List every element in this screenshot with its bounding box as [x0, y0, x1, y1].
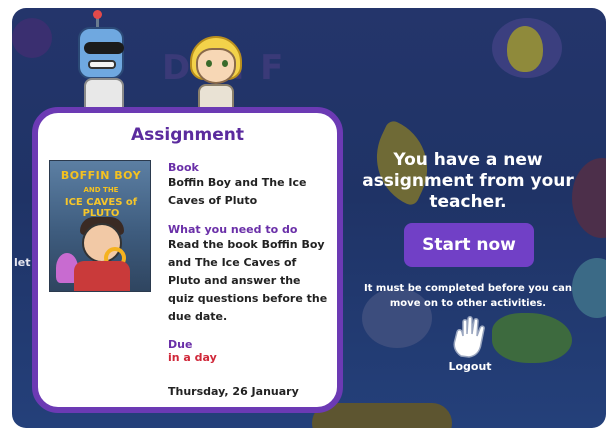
background-decoration — [12, 18, 52, 58]
logout-button[interactable]: Logout — [440, 316, 500, 378]
book-label: Book — [168, 161, 199, 174]
due-date: Thursday, 26 January — [168, 385, 299, 398]
due-relative: in a day — [168, 351, 217, 364]
background-decoration — [492, 313, 572, 363]
girl-face — [196, 48, 236, 84]
book-title: Boffin Boy and The Ice Caves of Pluto — [168, 176, 307, 207]
girl-eye — [206, 60, 212, 67]
cover-body-illustration — [74, 261, 130, 291]
logout-label: Logout — [448, 360, 492, 373]
assignment-card: Assignment BOFFIN BOY AND THE ICE CAVES … — [32, 107, 343, 413]
robot-sunglasses — [84, 42, 124, 54]
assignment-message: You have a new assignment from your teac… — [362, 150, 574, 212]
card-title: Assignment — [131, 125, 244, 145]
background-partial-text: let — [14, 256, 31, 269]
todo-text: Read the book Boffin Boy and The Ice Cav… — [168, 238, 328, 323]
completion-note: It must be completed before you can move… — [363, 283, 573, 309]
book-cover[interactable]: BOFFIN BOY AND THE ICE CAVES of PLUTO — [49, 160, 151, 292]
due-section: Due in a day — [168, 338, 328, 364]
robot-antenna-ball — [93, 10, 102, 19]
cover-series-title: BOFFIN BOY — [60, 169, 142, 182]
background-decoration — [507, 26, 543, 72]
cover-subtitle: ICE CAVES of PLUTO — [64, 197, 138, 219]
robot-mouth — [88, 60, 116, 69]
robot-body — [84, 78, 124, 110]
start-now-button[interactable]: Start now — [404, 223, 534, 267]
book-section: Book Boffin Boy and The Ice Caves of Plu… — [168, 161, 328, 210]
due-label: Due — [168, 338, 193, 351]
todo-section: What you need to do Read the book Boffin… — [168, 223, 328, 326]
girl-eye — [222, 60, 228, 67]
todo-label: What you need to do — [168, 223, 298, 236]
cover-and-the: AND THE — [83, 186, 119, 194]
waving-hand-icon — [453, 316, 485, 358]
